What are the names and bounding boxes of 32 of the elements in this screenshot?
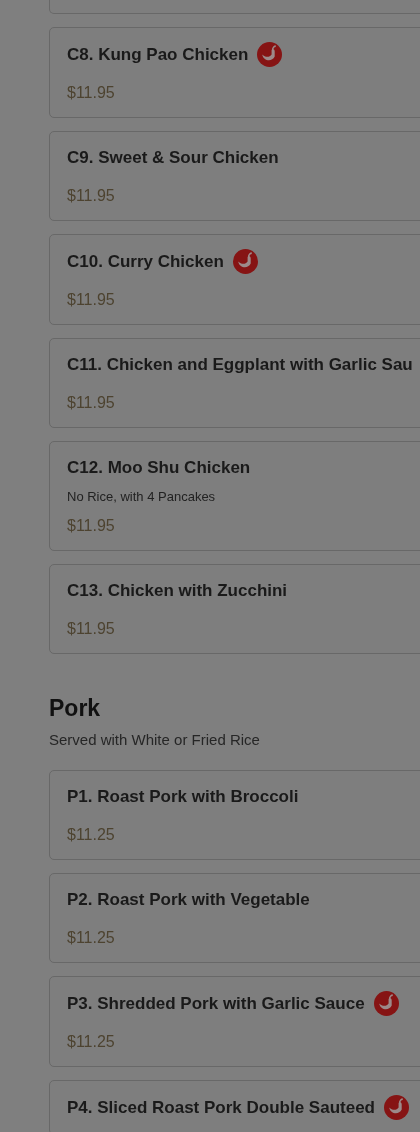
dish-name: C9. Sweet & Sour Chicken xyxy=(67,147,279,169)
section-heading: Pork xyxy=(49,694,102,722)
menu-item-card[interactable]: C10. Curry Chicken $11.95 xyxy=(49,234,420,325)
price: $11.25 xyxy=(67,928,116,948)
dish-name: C10. Curry Chicken xyxy=(67,250,224,273)
menu-item-card[interactable]: C11. Chicken and Eggplant with Garlic Sau $11.95 xyxy=(49,338,420,428)
section-subtitle: Served with White or Fried Rice xyxy=(49,730,261,750)
price: $11.95 xyxy=(67,516,116,536)
dish-name: C11. Chicken and Eggplant with Garlic Sau xyxy=(67,354,413,376)
dish-name: P4. Sliced Roast Pork Double Sauteed xyxy=(67,1096,375,1119)
dish-name: P1. Roast Pork with Broccoli xyxy=(67,786,299,808)
dish-name: C12. Moo Shu Chicken xyxy=(67,457,251,479)
price: $11.95 xyxy=(67,186,116,206)
dish-name: C13. Chicken with Zucchini xyxy=(67,580,288,602)
dish-name: C8. Kung Pao Chicken xyxy=(67,43,249,66)
menu-item-card[interactable]: C9. Sweet & Sour Chicken $11.95 xyxy=(49,131,420,221)
dish-name: P2. Roast Pork with Vegetable xyxy=(67,889,310,911)
price: $11.25 xyxy=(67,1032,116,1052)
menu-item-card[interactable]: C12. Moo Shu Chicken No Rice, with 4 Pancakes $11.95 xyxy=(49,441,420,551)
menu-item-card[interactable]: C8. Kung Pao Chicken $11.95 xyxy=(49,27,420,118)
price: $11.25 xyxy=(67,825,116,845)
menu-item-card[interactable]: P4. Sliced Roast Pork Double Sauteed xyxy=(49,1080,420,1132)
price: $11.95 xyxy=(67,619,116,639)
menu-item-card[interactable]: P2. Roast Pork with Vegetable $11.25 xyxy=(49,873,420,963)
price: $11.95 xyxy=(67,290,116,310)
price: $11.95 xyxy=(67,83,116,103)
dish-note: No Rice, with 4 Pancakes xyxy=(67,488,217,506)
dish-name: P3. Shredded Pork with Garlic Sauce xyxy=(67,992,365,1015)
menu-item-card[interactable]: C13. Chicken with Zucchini $11.95 xyxy=(49,564,420,654)
menu-item-card[interactable]: P3. Shredded Pork with Garlic Sauce $11.25 xyxy=(49,976,420,1067)
menu-item-card[interactable]: P1. Roast Pork with Broccoli $11.25 xyxy=(49,770,420,860)
price: $11.95 xyxy=(67,393,116,413)
